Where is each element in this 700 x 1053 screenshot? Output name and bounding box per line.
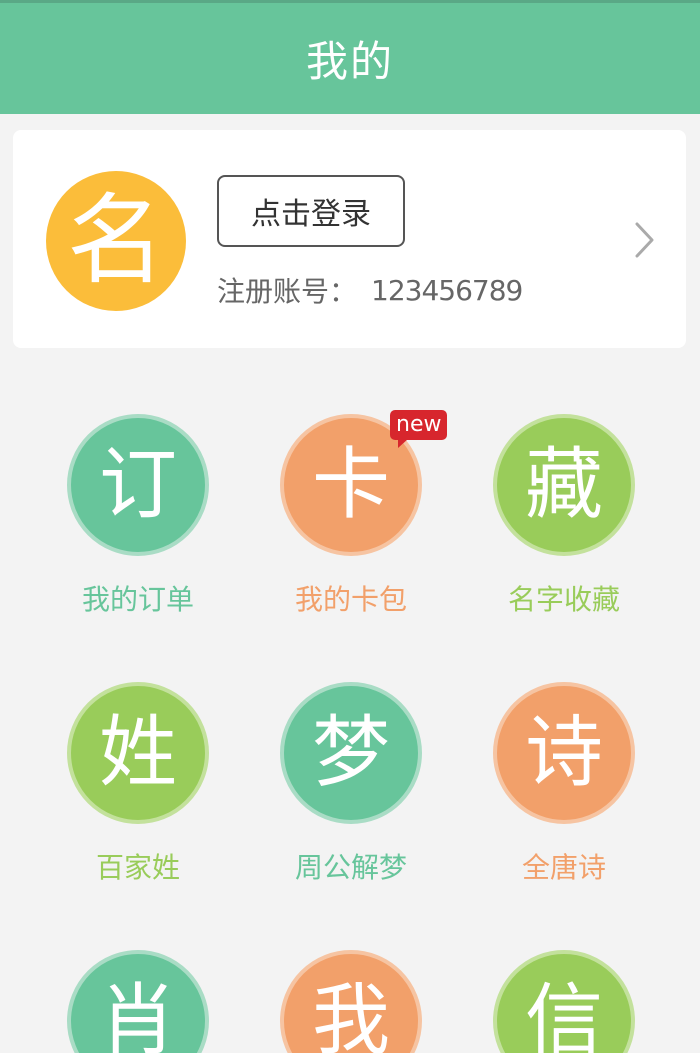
page-title: 我的 [305,37,394,86]
chevron-right-icon[interactable] [625,218,665,262]
grid-item-favorites[interactable]: 藏 名字收藏 [458,414,670,634]
grid-item-tang-poems[interactable]: 诗 全唐诗 [458,682,670,902]
account-row: 注册账号： 123456789 [217,268,523,312]
tang-poems-icon: 诗 [493,682,635,824]
circle-char: 姓 [98,708,177,798]
profile-card[interactable]: 名 点击登录 注册账号： 123456789 [13,130,686,348]
avatar-char: 名 [66,184,165,298]
item-label: 我的卡包 [294,583,407,616]
orders-icon: 订 [67,414,209,556]
circle-char: 卡 [311,440,390,530]
item-label: 全唐诗 [521,851,606,884]
grid-item-orders[interactable]: 订 我的订单 [32,414,244,634]
item-label: 名字收藏 [507,583,620,616]
circle-char: 肖 [98,976,177,1053]
grid-item-me[interactable]: 我 [245,950,457,1053]
letter-icon: 信 [493,950,635,1053]
account-number: 123456789 [371,273,523,307]
grid-item-letter[interactable]: 信 [458,950,670,1053]
circle-char: 藏 [524,440,603,530]
item-label: 我的订单 [81,583,194,616]
circle-char: 我 [311,976,390,1053]
favorites-icon: 藏 [493,414,635,556]
me-icon: 我 [280,950,422,1053]
grid-item-card-wallet[interactable]: 卡 new 我的卡包 [245,410,457,634]
circle-char: 信 [524,976,603,1053]
account-label: 注册账号： [217,275,358,308]
grid-item-zodiac[interactable]: 肖 [32,950,244,1053]
header-bar: 我的 [0,3,700,114]
grid-item-dreams[interactable]: 梦 周公解梦 [245,682,457,902]
item-label: 百家姓 [95,851,180,884]
surnames-icon: 姓 [67,682,209,824]
circle-char: 订 [98,440,177,530]
circle-char: 诗 [524,708,603,798]
new-badge: new [390,410,448,448]
grid-item-surnames[interactable]: 姓 百家姓 [32,682,244,902]
item-label: 周公解梦 [294,851,407,884]
dreams-icon: 梦 [280,682,422,824]
avatar[interactable]: 名 [46,171,186,311]
zodiac-icon: 肖 [67,950,209,1053]
login-button[interactable]: 点击登录 [217,175,405,247]
circle-char: 梦 [311,708,390,798]
